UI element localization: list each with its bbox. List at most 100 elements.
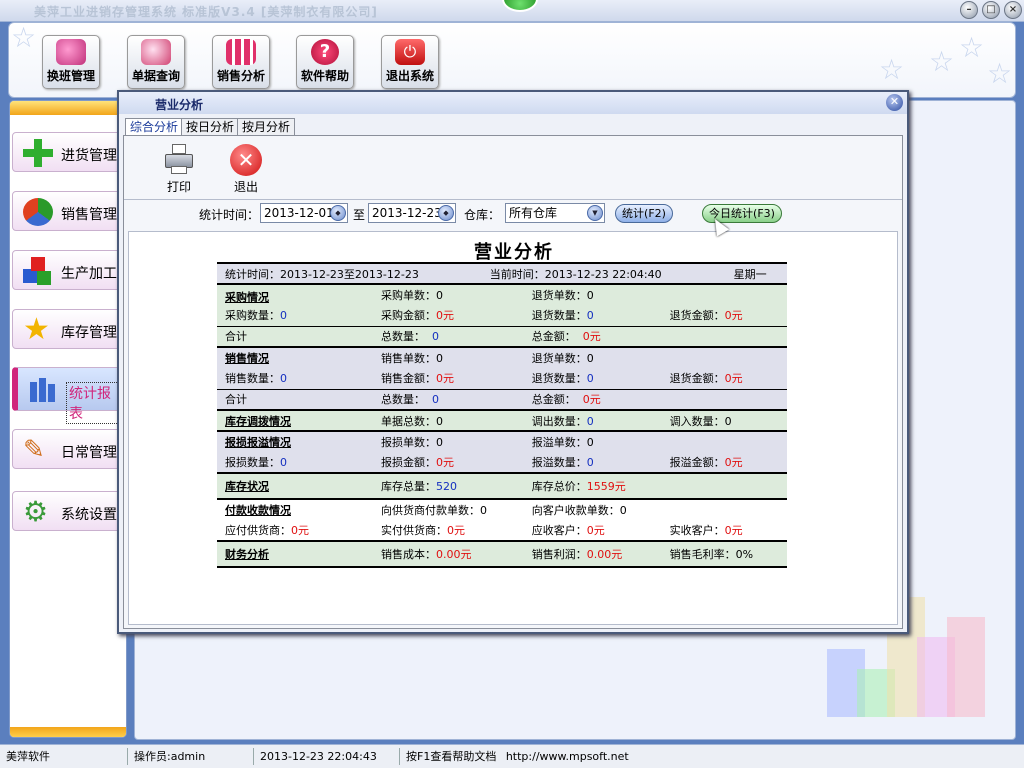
- purchase-row-2: 采购数量：0 采购金额：0元 退货数量：0 退货金额：0元: [217, 305, 787, 326]
- report-area: 营业分析 统计时间：2013-12-23至2013-12-23 当前时间：201…: [128, 231, 898, 625]
- bar-chart-icon: [28, 374, 58, 402]
- status-url[interactable]: http://www.mpsoft.net: [506, 750, 629, 763]
- date-to-picker[interactable]: 2013-12-23 ◆: [368, 203, 456, 223]
- status-company: 美萍软件: [0, 748, 128, 765]
- toolbar-label: 退出系统: [385, 69, 434, 83]
- close-icon: ✕: [230, 144, 262, 176]
- loss-row-1: 报损报溢情况 报损单数：0 报溢单数：0: [217, 430, 787, 452]
- tab-panel: 打印 ✕ 退出 统计时间： 2013-12-01 ◆ 至 2013-12-23 …: [123, 135, 903, 629]
- tab-daily[interactable]: 按日分析: [181, 118, 240, 135]
- decor-star-icon: ☆: [929, 45, 955, 78]
- window-title: 美萍工业进销存管理系统 标准版V3.4 [美萍制衣有限公司]: [34, 5, 378, 19]
- date-from-picker[interactable]: 2013-12-01 ◆: [260, 203, 348, 223]
- date-to-value: 2013-12-23: [372, 206, 442, 220]
- loss-row-2: 报损数量：0 报损金额：0元 报溢数量：0 报溢金额：0元: [217, 452, 787, 473]
- stat-button[interactable]: 统计(F2): [615, 204, 673, 223]
- payment-title: 付款收款情况: [225, 504, 291, 517]
- star-icon: ★: [23, 312, 50, 347]
- purchase-row-1: 采购情况 采购单数：0 退货单数：0: [217, 283, 787, 305]
- report-weekday: 星期一: [661, 262, 787, 284]
- software-help-button[interactable]: ? 软件帮助: [296, 35, 354, 89]
- close-icon[interactable]: ×: [1004, 1, 1022, 19]
- sidebar-label: 日常管理: [61, 445, 117, 461]
- power-icon: ⏻: [395, 39, 425, 65]
- spin-icon[interactable]: ◆: [330, 205, 346, 221]
- decor-bar-icon: [947, 617, 985, 717]
- sidebar-item-purchase[interactable]: 进货管理: [12, 132, 126, 172]
- finance-title: 财务分析: [225, 548, 269, 561]
- decor-star-icon: ☆: [879, 53, 905, 86]
- tab-overall[interactable]: 综合分析: [125, 118, 184, 135]
- exit-button[interactable]: ✕ 退出: [221, 144, 271, 195]
- toolbar-label: 销售分析: [216, 69, 265, 83]
- sales-row-1: 销售情况 销售单数：0 退货单数：0: [217, 346, 787, 368]
- sidebar-header: [10, 101, 126, 115]
- sidebar-item-reports[interactable]: 统计报表: [12, 367, 126, 424]
- tab-monthly[interactable]: 按月分析: [237, 118, 296, 135]
- bar-chart-icon: [226, 39, 256, 65]
- sales-analysis-button[interactable]: 销售分析: [212, 35, 270, 89]
- app-orb-icon: [502, 0, 538, 12]
- dialog-titlebar: 营业分析 ✕: [119, 92, 907, 114]
- warehouse-label: 仓库：: [464, 208, 501, 222]
- decor-star-icon: ☆: [987, 57, 1013, 90]
- main-toolbar: ☆ ☆ ☆ ☆ ☆ 换班管理 单据查询 销售分析 ? 软件帮助 ⏻ 退出系统: [8, 21, 1016, 98]
- sidebar-label: 销售管理: [61, 207, 117, 223]
- exit-system-button[interactable]: ⏻ 退出系统: [381, 35, 439, 89]
- finance-row: 财务分析 销售成本：0.00元 销售利润：0.00元 销售毛利率：0%: [217, 540, 787, 568]
- warehouse-select[interactable]: 所有仓库 ▼: [505, 203, 605, 223]
- sidebar-item-inventory[interactable]: ★ 库存管理: [12, 309, 126, 349]
- toolbar-label: 换班管理: [46, 69, 95, 83]
- spin-icon[interactable]: ◆: [438, 205, 454, 221]
- decor-star-icon: ☆: [959, 31, 985, 64]
- shift-management-button[interactable]: 换班管理: [42, 35, 100, 89]
- pie-chart-icon: [23, 198, 53, 226]
- transfer-title: 库存调拨情况: [225, 414, 291, 428]
- sales-title: 销售情况: [225, 352, 269, 365]
- purchase-title: 采购情况: [225, 291, 269, 304]
- cubes-icon: [23, 257, 53, 285]
- dialog-title: 营业分析: [155, 98, 204, 112]
- stock-title: 库存状况: [225, 480, 269, 493]
- sidebar: 进货管理 销售管理 生产加工 ★ 库存管理 统计报表 ✎ 日常管理 ⚙ 系统设置: [9, 100, 127, 738]
- search-icon: [141, 39, 171, 65]
- sidebar-label: 库存管理: [61, 325, 117, 341]
- sidebar-label: 进货管理: [61, 148, 117, 164]
- toolbar-label: 软件帮助: [300, 69, 349, 83]
- print-label: 打印: [166, 180, 191, 194]
- report-period: 统计时间：2013-12-23至2013-12-23: [217, 262, 524, 284]
- plus-icon: [23, 139, 53, 167]
- sidebar-item-sales[interactable]: 销售管理: [12, 191, 126, 231]
- status-operator: 操作员:admin: [128, 748, 254, 765]
- purchase-total-row: 合计 总数量： 0 总金额： 0元: [217, 325, 787, 347]
- minimize-icon[interactable]: –: [960, 1, 978, 19]
- loss-title: 报损报溢情况: [225, 436, 291, 449]
- analysis-tabs: 综合分析 按日分析 按月分析: [125, 118, 296, 135]
- dialog-close-icon[interactable]: ✕: [886, 94, 903, 111]
- status-datetime: 2013-12-23 22:04:43: [254, 748, 400, 765]
- exit-label: 退出: [233, 180, 258, 194]
- transfer-row: 库存调拨情况 单据总数：0 调出数量：0 调入数量：0: [217, 409, 787, 431]
- restore-icon[interactable]: □: [982, 1, 1000, 19]
- sidebar-item-daily[interactable]: ✎ 日常管理: [12, 429, 126, 469]
- document-search-button[interactable]: 单据查询: [127, 35, 185, 89]
- print-button[interactable]: 打印: [154, 144, 204, 195]
- toolbar-label: 单据查询: [131, 69, 180, 83]
- users-icon: [56, 39, 86, 65]
- sidebar-footer: [10, 727, 126, 737]
- to-label: 至: [353, 208, 366, 222]
- window-titlebar: 美萍工业进销存管理系统 标准版V3.4 [美萍制衣有限公司] – □ ×: [0, 0, 1024, 22]
- report-title: 营业分析: [474, 242, 554, 263]
- status-bar: 美萍软件 操作员:admin 2013-12-23 22:04:43 按F1查看…: [0, 744, 1024, 768]
- sidebar-item-settings[interactable]: ⚙ 系统设置: [12, 491, 126, 531]
- help-icon: ?: [311, 39, 339, 65]
- chevron-down-icon[interactable]: ▼: [587, 205, 603, 221]
- payment-row-2: 应付供货商：0元 实付供货商：0元 应收客户：0元 实收客户：0元: [225, 524, 743, 537]
- sidebar-item-production[interactable]: 生产加工: [12, 250, 126, 290]
- status-help-text: 按F1查看帮助文档: [406, 750, 497, 763]
- stat-time-label: 统计时间：: [199, 208, 260, 222]
- toolbar-divider: [124, 199, 902, 200]
- sidebar-label: 系统设置: [61, 507, 117, 523]
- sidebar-label: 生产加工: [61, 266, 117, 282]
- business-analysis-dialog: 营业分析 ✕ 综合分析 按日分析 按月分析 打印 ✕ 退出 统计时间： 2013-1…: [117, 90, 909, 634]
